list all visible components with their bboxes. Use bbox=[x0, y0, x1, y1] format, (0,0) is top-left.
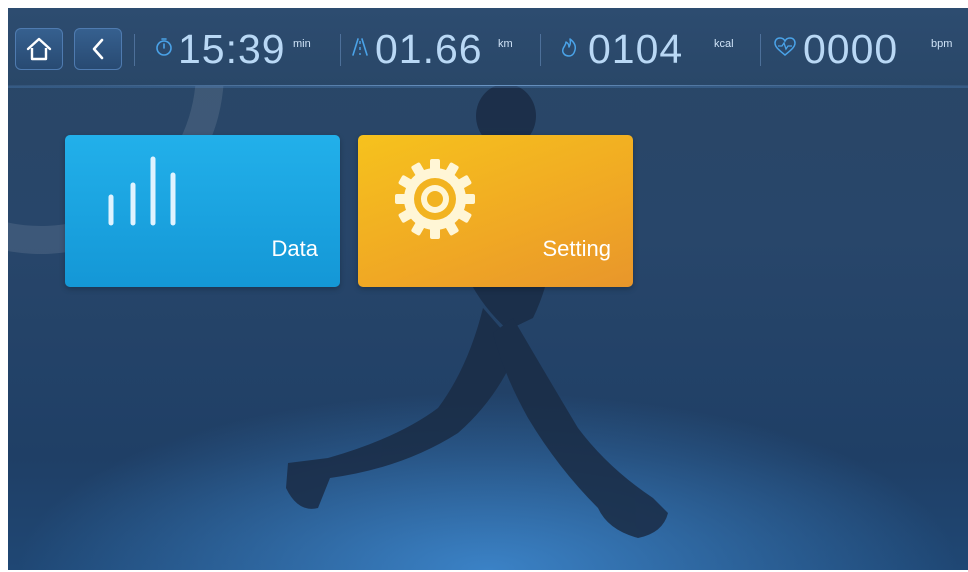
flame-icon bbox=[562, 38, 576, 57]
heart-rate-value: 0000 bbox=[803, 26, 899, 72]
stopwatch-icon bbox=[156, 38, 172, 56]
heart-rate-unit: bpm bbox=[931, 38, 953, 50]
home-button[interactable] bbox=[15, 28, 63, 70]
distance-value: 01.66 bbox=[375, 26, 483, 72]
divider bbox=[134, 34, 135, 66]
gear-icon bbox=[395, 159, 475, 239]
divider bbox=[760, 34, 761, 66]
status-bar: 15:39 min 01.66 km 0104 kcal 0000 bpm bbox=[8, 8, 968, 86]
back-button[interactable] bbox=[74, 28, 122, 70]
data-tile[interactable]: Data bbox=[65, 135, 340, 287]
divider bbox=[540, 34, 541, 66]
setting-tile-label: Setting bbox=[542, 236, 612, 261]
bar-chart-icon bbox=[108, 156, 176, 226]
calories-value: 0104 bbox=[588, 26, 684, 72]
time-unit: min bbox=[293, 38, 311, 50]
time-value: 15:39 bbox=[178, 26, 286, 72]
calories-unit: kcal bbox=[714, 38, 734, 50]
distance-unit: km bbox=[498, 38, 513, 50]
data-tile-label: Data bbox=[271, 236, 318, 261]
divider bbox=[340, 34, 341, 66]
road-icon bbox=[352, 38, 368, 56]
treadmill-screen: 15:39 min 01.66 km 0104 kcal 0000 bpm Da… bbox=[8, 8, 968, 570]
home-icon bbox=[26, 37, 52, 61]
heart-rate-icon bbox=[774, 37, 796, 56]
chevron-left-icon bbox=[92, 38, 104, 60]
setting-tile[interactable]: Setting bbox=[358, 135, 633, 287]
